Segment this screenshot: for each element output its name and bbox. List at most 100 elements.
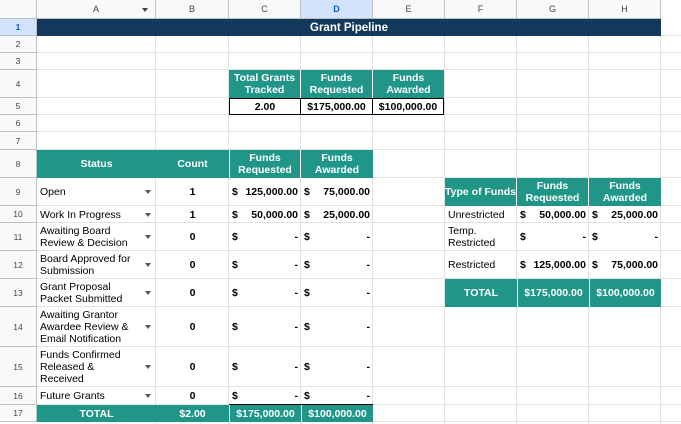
status-funds-requested[interactable]: $ - [229, 387, 301, 405]
status-funds-awarded[interactable]: $ - [301, 279, 373, 307]
type-total-label[interactable]: TOTAL [445, 279, 517, 307]
sheet-title[interactable]: Grant Pipeline [37, 19, 661, 36]
column-header-d[interactable]: D [301, 0, 373, 19]
status-select-cell[interactable]: Open [37, 178, 156, 206]
chevron-down-icon[interactable] [145, 190, 151, 194]
row-header-16[interactable]: 16 [0, 387, 37, 405]
chevron-down-icon[interactable] [145, 212, 151, 217]
row-header-3[interactable]: 3 [0, 53, 37, 70]
row-header-6[interactable]: 6 [0, 115, 37, 132]
column-header-b[interactable]: B [156, 0, 229, 19]
status-funds-awarded[interactable]: $ - [301, 251, 373, 279]
status-funds-requested[interactable]: $125,000.00 [229, 178, 301, 206]
status-select-cell[interactable]: Board Approved for Submission [37, 251, 156, 279]
status-funds-requested[interactable]: $ - [229, 223, 301, 251]
row-header-13[interactable]: 13 [0, 279, 37, 307]
status-total-requested[interactable]: $175,000.00 [229, 405, 301, 422]
status-select-cell[interactable]: Grant Proposal Packet Submitted [37, 279, 156, 307]
status-count[interactable]: 0 [156, 251, 229, 279]
column-header-f[interactable]: F [445, 0, 517, 19]
status-select-cell[interactable]: Funds Confirmed Released & Received [37, 347, 156, 387]
chevron-down-icon[interactable] [145, 235, 151, 239]
currency-symbol: $ [592, 259, 598, 271]
status-count[interactable]: 1 [156, 178, 229, 206]
status-funds-requested[interactable]: $ - [229, 279, 301, 307]
column-header-c[interactable]: C [229, 0, 301, 19]
funds-awarded-header[interactable]: Funds Awarded [301, 150, 373, 178]
status-count[interactable]: 0 [156, 387, 229, 405]
type-of-funds-label[interactable]: Temp. Restricted [445, 223, 517, 251]
chevron-down-icon[interactable] [145, 291, 151, 295]
row-header-14[interactable]: 14 [0, 307, 37, 347]
type-of-funds-label[interactable]: Unrestricted [445, 206, 517, 223]
column-header-e[interactable]: E [373, 0, 445, 19]
count-header[interactable]: Count [156, 150, 229, 178]
column-header-a[interactable]: A [37, 0, 156, 19]
row-header-2[interactable]: 2 [0, 36, 37, 53]
row-header-1[interactable]: 1 [0, 19, 37, 36]
type-funds-awarded[interactable]: $ - [589, 223, 661, 251]
status-count[interactable]: 0 [156, 223, 229, 251]
amount-value: 50,000.00 [539, 208, 586, 221]
type-total-requested[interactable]: $175,000.00 [517, 279, 589, 307]
status-total-count[interactable]: $2.00 [156, 405, 229, 422]
type-funds-awarded-header[interactable]: Funds Awarded [589, 178, 661, 206]
type-total-awarded[interactable]: $100,000.00 [589, 279, 661, 307]
chevron-down-icon[interactable] [145, 325, 151, 329]
type-funds-requested[interactable]: $ - [517, 223, 589, 251]
status-total-label[interactable]: TOTAL [37, 405, 156, 422]
summary-header-funds-awarded[interactable]: Funds Awarded [373, 70, 444, 98]
status-funds-awarded[interactable]: $ - [301, 307, 373, 347]
summary-header-total-grants[interactable]: Total Grants Tracked [229, 70, 301, 98]
type-funds-awarded[interactable]: $75,000.00 [589, 251, 661, 279]
corner-cell[interactable] [0, 0, 37, 19]
status-funds-awarded[interactable]: $25,000.00 [301, 206, 373, 223]
row-header-15[interactable]: 15 [0, 347, 37, 387]
type-of-funds-header[interactable]: Type of Funds [445, 178, 517, 206]
status-select-cell[interactable]: Awaiting Grantor Awardee Review & Email … [37, 307, 156, 347]
row-header-12[interactable]: 12 [0, 251, 37, 279]
row-header-11[interactable]: 11 [0, 223, 37, 251]
chevron-down-icon[interactable] [145, 365, 151, 369]
status-select-cell[interactable]: Awaiting Board Review & Decision [37, 223, 156, 251]
summary-funds-requested[interactable]: $175,000.00 [301, 98, 373, 115]
row-header-17[interactable]: 17 [0, 405, 37, 422]
row-header-4[interactable]: 4 [0, 70, 37, 98]
chevron-down-icon[interactable] [145, 394, 151, 398]
status-funds-awarded[interactable]: $ - [301, 387, 373, 405]
status-funds-awarded[interactable]: $ - [301, 347, 373, 387]
status-count[interactable]: 1 [156, 206, 229, 223]
amount-value: - [294, 259, 299, 271]
summary-total-grants[interactable]: 2.00 [229, 98, 301, 115]
row-header-7[interactable]: 7 [0, 132, 37, 150]
summary-funds-awarded[interactable]: $100,000.00 [373, 98, 444, 115]
status-select-cell[interactable]: Future Grants [37, 387, 156, 405]
status-header[interactable]: Status [37, 150, 156, 178]
row-header-10[interactable]: 10 [0, 206, 37, 223]
status-funds-requested[interactable]: $50,000.00 [229, 206, 301, 223]
type-funds-requested-header[interactable]: Funds Requested [517, 178, 589, 206]
status-funds-requested[interactable]: $ - [229, 307, 301, 347]
status-funds-requested[interactable]: $ - [229, 347, 301, 387]
type-funds-requested[interactable]: $125,000.00 [517, 251, 589, 279]
column-header-h[interactable]: H [589, 0, 661, 19]
status-funds-awarded[interactable]: $ - [301, 223, 373, 251]
column-header-g[interactable]: G [517, 0, 589, 19]
status-count[interactable]: 0 [156, 307, 229, 347]
status-select-cell[interactable]: Work In Progress [37, 206, 156, 223]
status-funds-requested[interactable]: $ - [229, 251, 301, 279]
chevron-down-icon[interactable] [145, 263, 151, 267]
status-total-awarded[interactable]: $100,000.00 [301, 405, 373, 422]
column-a-dropdown-icon[interactable] [142, 8, 148, 12]
row-header-9[interactable]: 9 [0, 178, 37, 206]
summary-header-funds-requested[interactable]: Funds Requested [301, 70, 373, 98]
type-of-funds-label[interactable]: Restricted [445, 251, 517, 279]
status-count[interactable]: 0 [156, 347, 229, 387]
type-funds-awarded[interactable]: $25,000.00 [589, 206, 661, 223]
type-funds-requested[interactable]: $50,000.00 [517, 206, 589, 223]
funds-requested-header[interactable]: Funds Requested [229, 150, 301, 178]
row-header-5[interactable]: 5 [0, 98, 37, 115]
row-header-8[interactable]: 8 [0, 150, 37, 178]
status-funds-awarded[interactable]: $75,000.00 [301, 178, 373, 206]
status-count[interactable]: 0 [156, 279, 229, 307]
